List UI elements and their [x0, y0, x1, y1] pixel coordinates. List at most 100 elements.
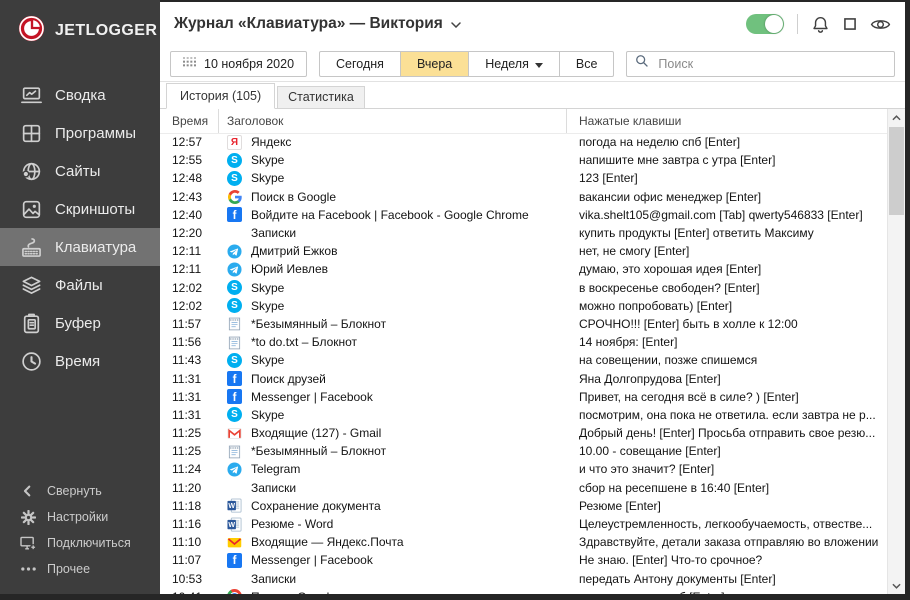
filter-bar: 10 ноября 2020 СегодняВчераНеделяВсе [160, 46, 905, 82]
table-row[interactable]: 11:25Входящие (127) - GmailДобрый день! … [160, 424, 905, 442]
table-row[interactable]: 12:11Дмитрий Ежковнет, не смогу [Enter] [160, 242, 905, 260]
table-row[interactable]: 11:20Запискисбор на ресепшене в 16:40 [E… [160, 479, 905, 497]
sidebar-item-time[interactable]: Время [0, 342, 160, 380]
row-time: 12:11 [160, 244, 219, 258]
scroll-down-icon[interactable] [888, 577, 905, 594]
column-header-keys[interactable]: Нажатые клавиши [567, 114, 905, 128]
table-row[interactable]: 11:10Входящие — Яндекс.ПочтаЗдравствуйте… [160, 533, 905, 551]
sidebar-item-label: Файлы [55, 277, 103, 294]
table-body: 12:57ЯЯндекспогода на неделю спб [Enter]… [160, 133, 905, 594]
sidebar-footer-item-more[interactable]: Прочее [0, 556, 160, 582]
table-row[interactable]: 11:18WСохранение документаРезюме [Enter] [160, 497, 905, 515]
table-row[interactable]: 12:43Поиск в Googleвакансии офис менедже… [160, 188, 905, 206]
table-row[interactable]: 10:41Поиск в Googleзаказать пиццу спб [E… [160, 588, 905, 594]
eye-icon[interactable] [870, 17, 891, 32]
column-header-title[interactable]: Заголовок [219, 109, 567, 133]
row-title: Яндекс [251, 135, 291, 149]
sidebar-item-screenshots[interactable]: Скриншоты [0, 190, 160, 228]
row-time: 12:02 [160, 299, 219, 313]
sidebar-item-clipboard[interactable]: Буфер [0, 304, 160, 342]
table-row[interactable]: 12:20Запискикупить продукты [Enter] отве… [160, 224, 905, 242]
row-time: 12:20 [160, 226, 219, 240]
table-row[interactable]: 11:57*Безымянный – БлокнотСРОЧНО!!! [Ent… [160, 315, 905, 333]
table-row[interactable]: 12:02SSkypeв воскресенье свободен? [Ente… [160, 279, 905, 297]
table-row[interactable]: 11:16WРезюме - WordЦелеустремленность, л… [160, 515, 905, 533]
range-button-week[interactable]: Неделя [468, 51, 560, 77]
clipboard-icon [19, 311, 43, 335]
sidebar-item-files[interactable]: Файлы [0, 266, 160, 304]
sidebar-footer-item-connect[interactable]: Подключиться [0, 530, 160, 556]
window-icon[interactable] [843, 17, 857, 31]
table-row[interactable]: 12:11Юрий Иевлевдумаю, это хорошая идея … [160, 260, 905, 278]
facebook-icon: f [227, 389, 242, 404]
row-time: 10:53 [160, 572, 219, 586]
row-time: 12:55 [160, 153, 219, 167]
row-keys: 10.00 - совещание [Enter] [567, 444, 905, 458]
table-row[interactable]: 11:56*to do.txt – Блокнот14 ноября: [Ent… [160, 333, 905, 351]
row-keys: думаю, это хорошая идея [Enter] [567, 262, 905, 276]
table-row[interactable]: 12:57ЯЯндекспогода на неделю спб [Enter] [160, 133, 905, 151]
skype-icon: S [227, 298, 242, 313]
table-row[interactable]: 11:31SSkypeпосмотрим, она пока не ответи… [160, 406, 905, 424]
sidebar-footer-item-settings[interactable]: Настройки [0, 504, 160, 530]
date-picker-button[interactable]: 10 ноября 2020 [170, 51, 307, 77]
table-row[interactable]: 12:40fВойдите на Facebook | Facebook - G… [160, 206, 905, 224]
table-row[interactable]: 10:53Запискипередать Антону документы [E… [160, 570, 905, 588]
tab-history[interactable]: История (105) [166, 83, 275, 109]
sidebar-item-label: Сводка [55, 87, 106, 104]
scrollbar-thumb[interactable] [889, 127, 904, 215]
screenshots-icon [19, 197, 43, 221]
table-row[interactable]: 11:25*Безымянный – Блокнот10.00 - совеща… [160, 442, 905, 460]
table-row[interactable]: 11:31fMessenger | FacebookПривет, на сег… [160, 388, 905, 406]
sidebar-item-programs[interactable]: Программы [0, 114, 160, 152]
tab-statistics[interactable]: Статистика [277, 86, 365, 109]
word-icon: W [227, 517, 242, 532]
sites-icon [19, 159, 43, 183]
sidebar-item-label: Программы [55, 125, 136, 142]
sidebar-item-label: Скриншоты [55, 201, 135, 218]
settings-icon [19, 509, 37, 525]
sidebar-item-sites[interactable]: Сайты [0, 152, 160, 190]
row-keys: 123 [Enter] [567, 171, 905, 185]
table-row[interactable]: 11:43SSkypeна совещении, позже спишемся [160, 351, 905, 369]
skype-icon: S [227, 171, 242, 186]
row-title: *to do.txt – Блокнот [251, 335, 357, 349]
table-row[interactable]: 11:31fПоиск друзейЯна Долгопрудова [Ente… [160, 369, 905, 387]
windows-icon [227, 480, 242, 495]
search-input[interactable] [656, 56, 886, 72]
row-keys: вакансии офис менеджер [Enter] [567, 190, 905, 204]
table-row[interactable]: 11:07fMessenger | FacebookНе знаю. [Ente… [160, 551, 905, 569]
svg-text:W: W [228, 503, 235, 510]
column-header-time[interactable]: Время [160, 109, 219, 133]
gmail-icon [227, 426, 242, 441]
jetlogger-window: JETLOGGER СводкаПрограммыСайтыСкриншотыК… [0, 0, 910, 600]
chevron-down-icon [451, 15, 461, 33]
range-button-all[interactable]: Все [559, 51, 615, 77]
sidebar-footer-item-collapse[interactable]: Свернуть [0, 478, 160, 504]
sidebar-item-summary[interactable]: Сводка [0, 76, 160, 114]
row-title: Skype [251, 281, 284, 295]
table-row[interactable]: 12:48 S Skype 123 [Enter] [160, 169, 905, 187]
monitoring-toggle[interactable] [746, 14, 784, 34]
summary-icon [19, 83, 43, 107]
row-time: 12:48 [160, 171, 219, 185]
range-button-yesterday[interactable]: Вчера [400, 51, 469, 77]
row-title: Skype [251, 171, 284, 185]
scroll-up-icon[interactable] [888, 109, 905, 126]
bell-icon[interactable] [811, 15, 830, 34]
row-keys: СРОЧНО!!! [Enter] быть в холле к 12:00 [567, 317, 905, 331]
search-box[interactable] [626, 51, 895, 77]
skype-icon: S [227, 353, 242, 368]
row-time: 12:57 [160, 135, 219, 149]
sidebar-item-keyboard[interactable]: Клавиатура [0, 228, 160, 266]
range-button-today[interactable]: Сегодня [319, 51, 401, 77]
page-title[interactable]: Журнал «Клавиатура» — Виктория [174, 15, 461, 33]
table-row[interactable]: 11:24Telegramи что это значит? [Enter] [160, 460, 905, 478]
vertical-scrollbar[interactable] [887, 109, 905, 594]
table-row[interactable]: 12:55SSkypeнапишите мне завтра с утра [E… [160, 151, 905, 169]
chrome-icon [227, 589, 242, 594]
row-title: Skype [251, 353, 284, 367]
collapse-icon [19, 483, 37, 499]
table-row[interactable]: 12:02SSkypeможно попробовать) [Enter] [160, 297, 905, 315]
date-label: 10 ноября 2020 [204, 57, 294, 71]
